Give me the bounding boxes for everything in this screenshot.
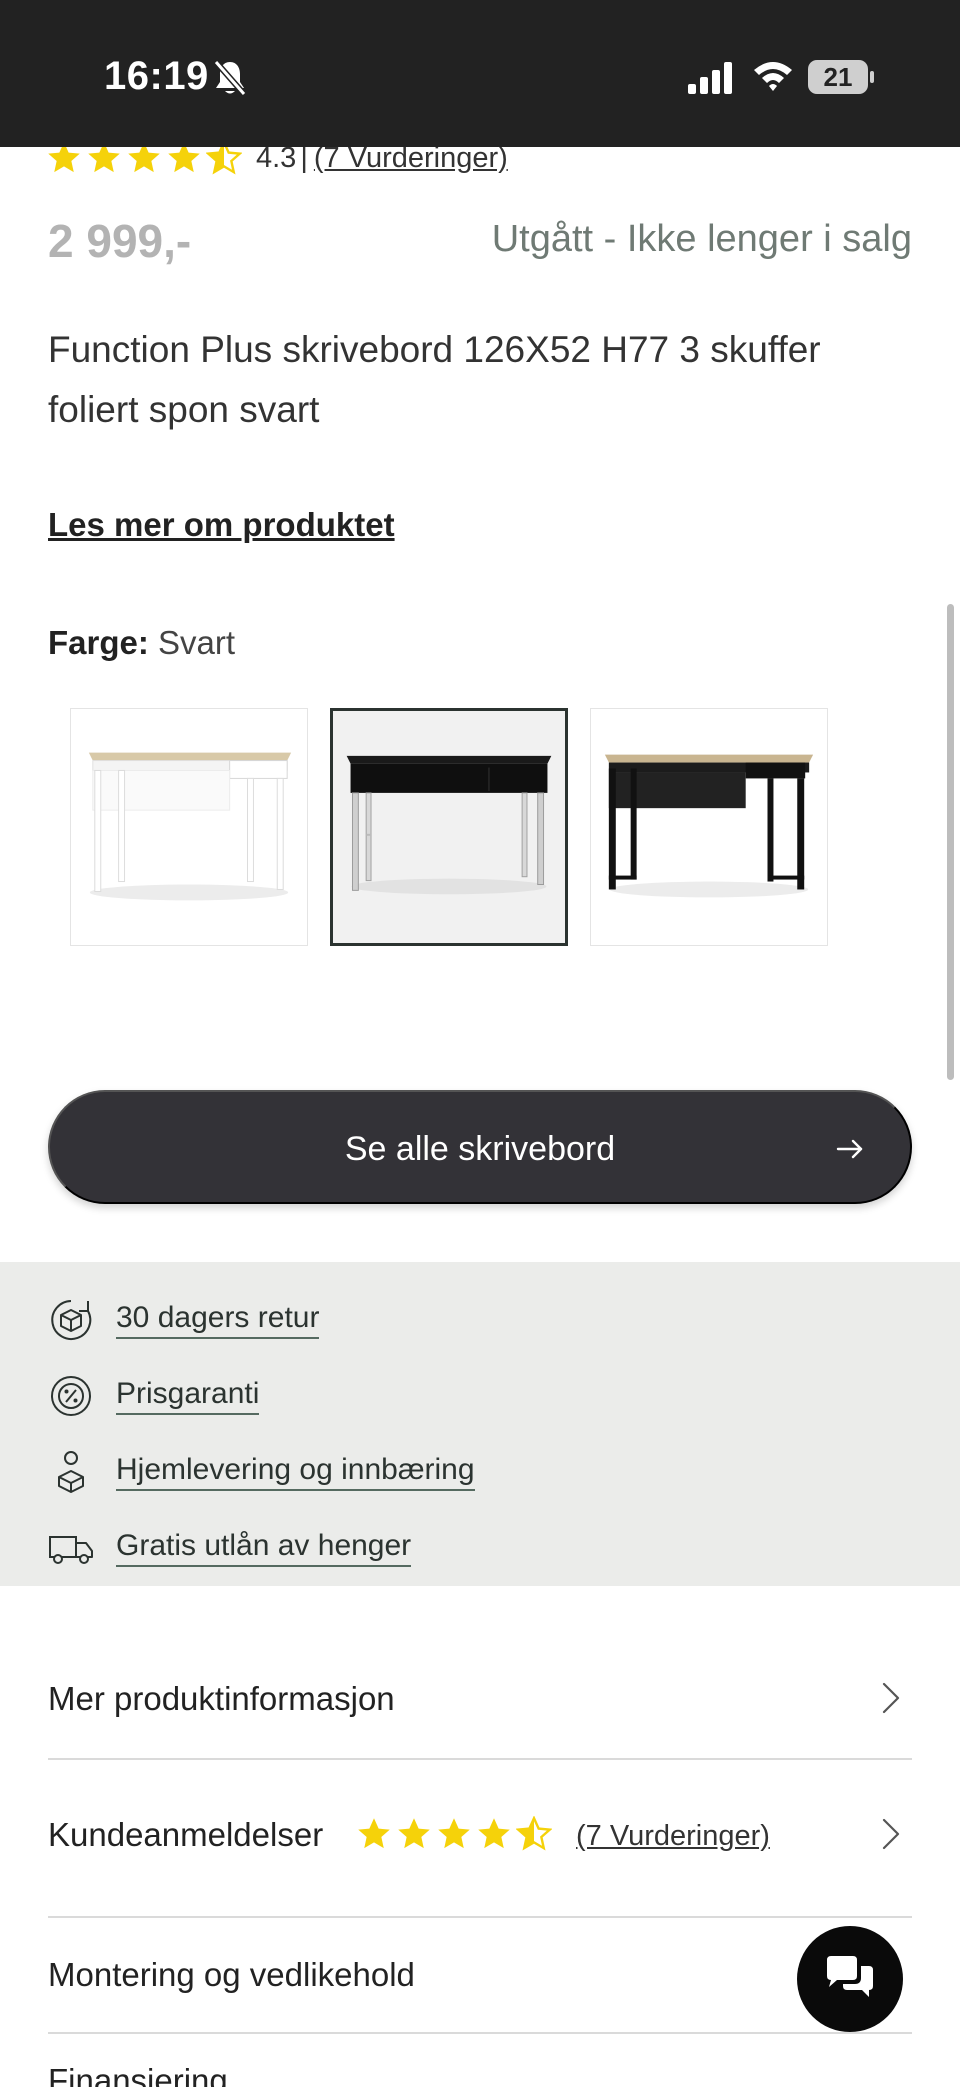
status-time: 16:19 [104,54,209,98]
product-price: 2 999,- [48,215,192,267]
usp-price-guarantee[interactable]: Prisgaranti [48,1366,260,1426]
accordion-assembly[interactable]: Montering og vedlikehold [48,1918,912,2034]
desk-black-image [346,755,552,895]
accordion-reviews[interactable]: Kundeanmeldelser (7 Vurderinger) [48,1760,912,1918]
price-guarantee-icon [51,1376,91,1416]
wifi-icon [754,62,792,91]
home-delivery-icon [58,1451,84,1493]
usp-home-delivery[interactable]: Hjemlevering og innbæring [48,1442,475,1502]
battery-indicator: 21 [808,60,874,94]
chat-bubbles-icon [827,1956,873,1997]
color-swatch-black-oak[interactable] [590,708,828,946]
usp-label: Gratis utlån av henger [116,1529,412,1567]
star-full-icon [478,1818,510,1849]
usp-return[interactable]: 30 dagers retur [48,1290,320,1350]
usp-label: Hjemlevering og innbæring [116,1453,475,1491]
color-value: Svart [158,624,236,661]
color-swatch-white[interactable] [70,708,308,946]
star-full-icon [438,1818,470,1849]
read-more-link[interactable]: Les mer om produktet [48,506,395,544]
color-swatch-black-selected[interactable] [330,708,568,946]
desk-black-oak-image [604,754,814,898]
color-selector-label: Farge: Svart [48,624,235,662]
usp-section: 30 dagers retur Prisgaranti Hjemlevering… [0,1262,960,1586]
chat-button[interactable] [797,1926,903,2032]
usp-label: Prisgaranti [116,1377,260,1415]
review-stars [356,1816,552,1852]
accordion-financing-title[interactable]: Finansiering [48,2062,228,2087]
accordion-title: Mer produktinformasjon [48,1680,395,1717]
usp-label: 30 dagers retur [116,1301,320,1339]
star-full-icon [358,1818,390,1849]
reviews-link[interactable]: (7 Vurderinger) [576,1820,770,1853]
product-title: Function Plus skrivebord 126X52 H77 3 sk… [48,329,821,430]
desk-white-image [88,752,292,901]
accordion-title: Kundeanmeldelser [48,1816,324,1853]
box-return-icon [51,1300,92,1340]
color-label: Farge: [48,624,149,661]
arrow-right-icon [836,1139,863,1159]
accordion-product-info[interactable]: Mer produktinformasjon [48,1640,912,1760]
availability-status: Utgått - Ikke lenger i salg [491,218,912,260]
chevron-right-icon [882,1682,900,1714]
star-half-icon [516,1816,552,1851]
see-all-desks-button[interactable]: Se alle skrivebord [48,1090,912,1204]
status-bar: 16:19 21 [0,0,960,147]
bell-muted-icon [213,60,247,96]
star-full-icon [398,1818,430,1849]
page-scrollbar[interactable] [947,604,954,1080]
accordion-title: Montering og vedlikehold [48,1956,415,1993]
see-all-desks-label: Se alle skrivebord [344,1130,616,1168]
truck-trailer-icon [49,1536,93,1564]
cellular-signal-icon [688,62,732,94]
usp-trailer-loan[interactable]: Gratis utlån av henger [48,1518,412,1578]
chevron-right-icon [882,1818,900,1850]
